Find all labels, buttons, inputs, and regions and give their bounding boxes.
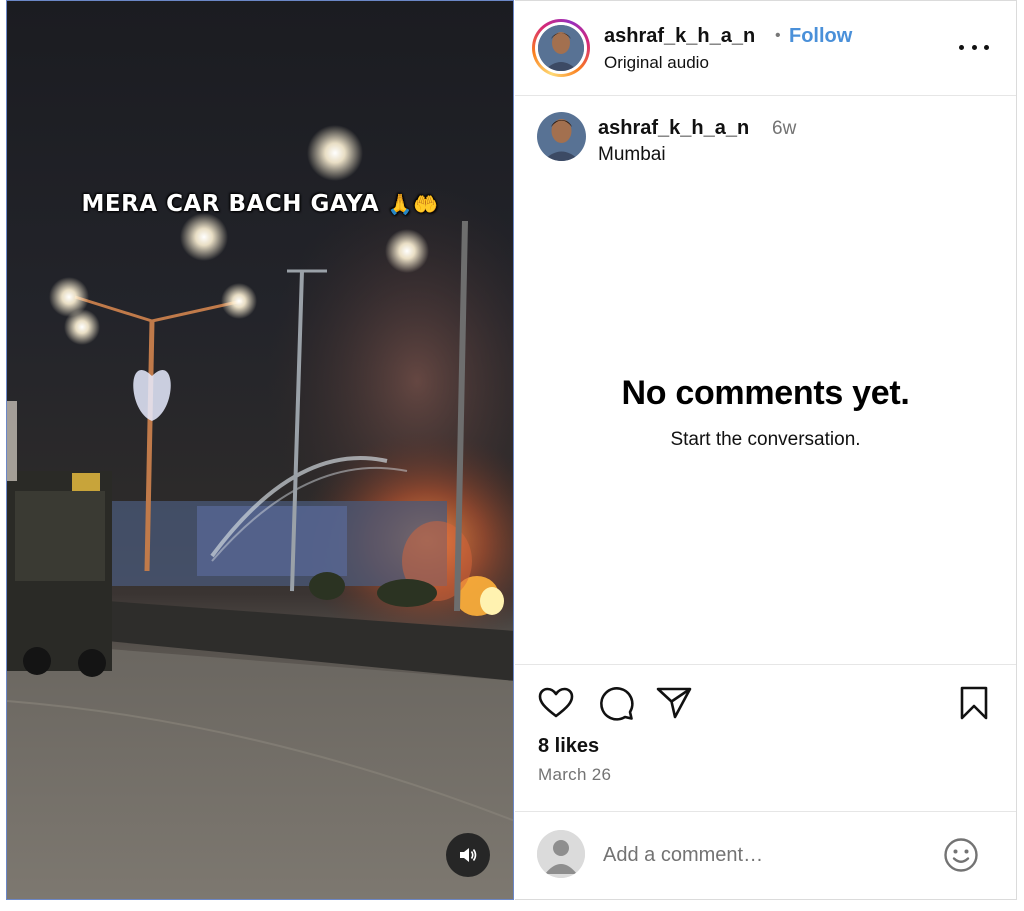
more-dots-icon <box>959 44 964 50</box>
speaker-icon <box>460 848 477 862</box>
heart-icon <box>538 687 574 718</box>
divider <box>515 811 1016 812</box>
divider <box>515 664 1016 665</box>
likes-count[interactable]: 8 likes <box>538 735 599 758</box>
avatar-image <box>538 25 584 71</box>
comment-button[interactable] <box>597 684 635 722</box>
current-user-avatar <box>537 830 585 878</box>
default-avatar-icon <box>537 830 585 878</box>
follow-button[interactable]: Follow <box>789 25 852 48</box>
video-overlay-text: MERA CAR BACH GAYA 🙏🤲 <box>7 191 513 217</box>
no-comments-title: No comments yet. <box>621 374 910 412</box>
mute-toggle-button[interactable] <box>446 833 490 877</box>
share-icon <box>656 687 692 719</box>
post-date: March 26 <box>538 765 612 784</box>
header-avatar[interactable] <box>532 19 590 77</box>
comment-input[interactable] <box>603 837 923 873</box>
overlay-caption: MERA CAR BACH GAYA <box>81 191 380 217</box>
reel-video[interactable]: MERA CAR BACH GAYA 🙏🤲 <box>6 0 514 900</box>
smiley-icon <box>944 838 978 872</box>
no-comments-subtitle: Start the conversation. <box>670 429 861 450</box>
video-frame <box>7 125 513 899</box>
more-options-button[interactable] <box>959 37 989 57</box>
share-button[interactable] <box>655 684 693 722</box>
avatar-image <box>537 112 586 161</box>
header-separator: • <box>775 27 781 44</box>
post-age[interactable]: 6w <box>772 118 796 140</box>
bookmark-icon <box>960 686 988 720</box>
post-location: Mumbai <box>598 144 666 165</box>
comment-icon <box>600 687 634 721</box>
post-header: ashraf_k_h_a_n • Follow Original audio <box>515 1 1016 96</box>
save-button[interactable] <box>955 684 993 722</box>
header-username[interactable]: ashraf_k_h_a_n <box>604 25 755 48</box>
emoji-button[interactable] <box>942 836 980 874</box>
overlay-emoji: 🙏🤲 <box>387 192 439 216</box>
caption-avatar[interactable] <box>537 112 586 161</box>
original-audio-link[interactable]: Original audio <box>604 53 709 73</box>
post-details-panel: ashraf_k_h_a_n • Follow Original audio a… <box>515 0 1017 900</box>
caption-username[interactable]: ashraf_k_h_a_n <box>598 117 749 140</box>
like-button[interactable] <box>537 684 575 722</box>
